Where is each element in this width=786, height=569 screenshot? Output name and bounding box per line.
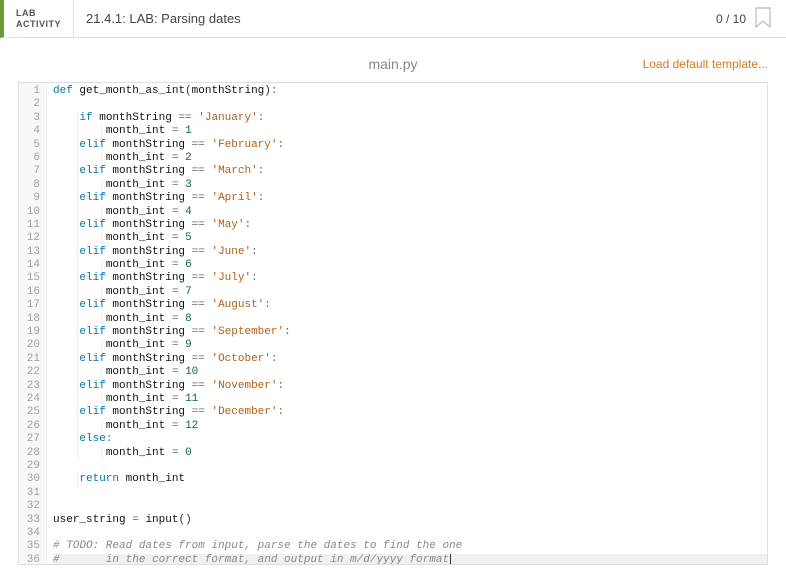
code-line[interactable]: elif monthString == 'August': [53, 299, 767, 312]
line-number: 1 [23, 85, 40, 98]
code-line[interactable]: month_int = 1 [53, 125, 767, 138]
line-number: 22 [23, 366, 40, 379]
code-content[interactable]: def get_month_as_int(monthString): if mo… [47, 83, 767, 565]
line-number: 14 [23, 259, 40, 272]
code-line[interactable]: elif monthString == 'July': [53, 272, 767, 285]
line-number: 31 [23, 487, 40, 500]
load-default-template-link[interactable]: Load default template... [643, 57, 768, 71]
code-line[interactable]: month_int = 8 [53, 313, 767, 326]
code-line[interactable]: elif monthString == 'April': [53, 192, 767, 205]
code-line[interactable]: else: [53, 433, 767, 446]
line-number: 7 [23, 165, 40, 178]
code-line[interactable] [53, 487, 767, 500]
badge-line1: LAB [16, 8, 61, 19]
line-number: 13 [23, 246, 40, 259]
line-number: 18 [23, 313, 40, 326]
line-number: 35 [23, 540, 40, 553]
line-number: 25 [23, 406, 40, 419]
code-line[interactable]: elif monthString == 'December': [53, 406, 767, 419]
line-number: 32 [23, 500, 40, 513]
file-header: main.py Load default template... [0, 38, 786, 82]
line-number: 3 [23, 112, 40, 125]
line-number: 11 [23, 219, 40, 232]
line-number: 6 [23, 152, 40, 165]
line-number: 34 [23, 527, 40, 540]
line-number-gutter: 1234567891011121314151617181920212223242… [19, 83, 47, 565]
code-line[interactable]: elif monthString == 'November': [53, 380, 767, 393]
line-number: 33 [23, 514, 40, 527]
code-line[interactable]: month_int = 12 [53, 420, 767, 433]
line-number: 4 [23, 125, 40, 138]
code-line[interactable] [53, 460, 767, 473]
code-line[interactable]: if monthString == 'January': [53, 112, 767, 125]
code-line[interactable]: month_int = 5 [53, 232, 767, 245]
line-number: 9 [23, 192, 40, 205]
code-line[interactable]: elif monthString == 'March': [53, 165, 767, 178]
code-line[interactable]: user_string = input() [53, 514, 767, 527]
bookmark-icon[interactable] [754, 7, 772, 29]
code-line[interactable] [53, 98, 767, 111]
line-number: 28 [23, 447, 40, 460]
line-number: 21 [23, 353, 40, 366]
code-line[interactable]: elif monthString == 'September': [53, 326, 767, 339]
code-line[interactable]: elif monthString == 'February': [53, 139, 767, 152]
line-number: 20 [23, 339, 40, 352]
line-number: 10 [23, 206, 40, 219]
code-editor[interactable]: 1234567891011121314151617181920212223242… [18, 82, 768, 565]
code-line[interactable]: # in the correct format, and output in m… [53, 554, 767, 565]
code-line[interactable]: elif monthString == 'October': [53, 353, 767, 366]
code-line[interactable]: month_int = 11 [53, 393, 767, 406]
code-line[interactable]: month_int = 6 [53, 259, 767, 272]
line-number: 2 [23, 98, 40, 111]
line-number: 23 [23, 380, 40, 393]
lab-title: 21.4.1: LAB: Parsing dates [74, 11, 716, 26]
score-display: 0 / 10 [716, 12, 754, 26]
line-number: 27 [23, 433, 40, 446]
code-line[interactable]: month_int = 0 [53, 447, 767, 460]
filename-label: main.py [368, 56, 417, 72]
line-number: 30 [23, 473, 40, 486]
code-line[interactable] [53, 527, 767, 540]
code-line[interactable]: month_int = 9 [53, 339, 767, 352]
code-line[interactable]: month_int = 3 [53, 179, 767, 192]
line-number: 15 [23, 272, 40, 285]
line-number: 5 [23, 139, 40, 152]
line-number: 17 [23, 299, 40, 312]
code-line[interactable]: elif monthString == 'May': [53, 219, 767, 232]
code-line[interactable]: month_int = 7 [53, 286, 767, 299]
line-number: 36 [23, 554, 40, 565]
line-number: 8 [23, 179, 40, 192]
badge-line2: ACTIVITY [16, 19, 61, 30]
code-line[interactable]: month_int = 4 [53, 206, 767, 219]
line-number: 24 [23, 393, 40, 406]
code-line[interactable] [53, 500, 767, 513]
code-line[interactable]: # TODO: Read dates from input, parse the… [53, 540, 767, 553]
line-number: 19 [23, 326, 40, 339]
code-line[interactable]: month_int = 10 [53, 366, 767, 379]
line-number: 29 [23, 460, 40, 473]
code-line[interactable]: def get_month_as_int(monthString): [53, 85, 767, 98]
line-number: 12 [23, 232, 40, 245]
line-number: 16 [23, 286, 40, 299]
line-number: 26 [23, 420, 40, 433]
code-line[interactable]: elif monthString == 'June': [53, 246, 767, 259]
activity-header: LAB ACTIVITY 21.4.1: LAB: Parsing dates … [0, 0, 786, 38]
text-cursor [450, 554, 451, 565]
lab-activity-badge: LAB ACTIVITY [4, 0, 74, 37]
code-line[interactable]: month_int = 2 [53, 152, 767, 165]
code-line[interactable]: return month_int [53, 473, 767, 486]
